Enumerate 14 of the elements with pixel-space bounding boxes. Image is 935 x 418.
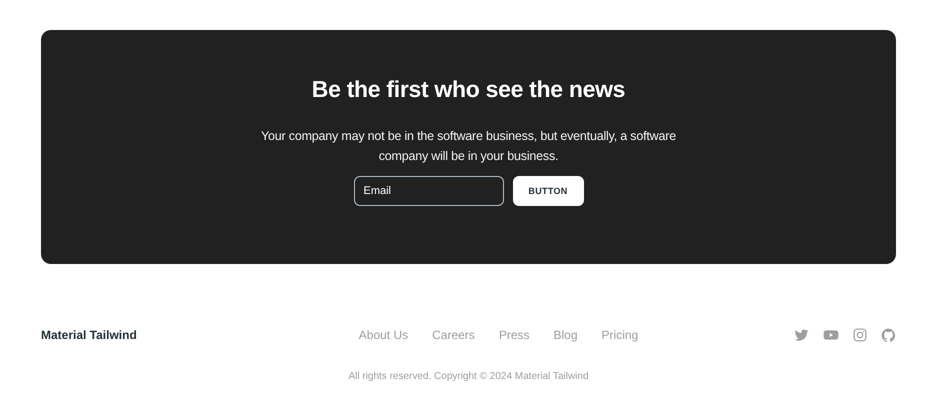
footer-link[interactable]: Pricing [602, 328, 638, 342]
bird-icon[interactable] [794, 328, 809, 342]
camera-icon[interactable] [852, 328, 867, 342]
newsletter-title: Be the first who see the news [312, 76, 626, 103]
footer-link[interactable]: Careers [432, 328, 475, 342]
footer-link[interactable]: Press [498, 328, 530, 342]
newsletter-text: Your company may not be in the software business, but eventually, a software company will be in your business. [260, 128, 677, 165]
github-icon[interactable] [880, 328, 896, 342]
footer-link[interactable]: About Us [358, 328, 408, 342]
brand-name[interactable]: Material Tailwind [41, 328, 241, 342]
footer-link[interactable]: Blog [554, 328, 578, 342]
email-field[interactable]: Email [354, 176, 504, 206]
copyright-text: All rights reserved. Copyright © 2024 Material Tailwind [347, 371, 590, 382]
subscribe-button[interactable]: BUTTON [512, 176, 584, 206]
